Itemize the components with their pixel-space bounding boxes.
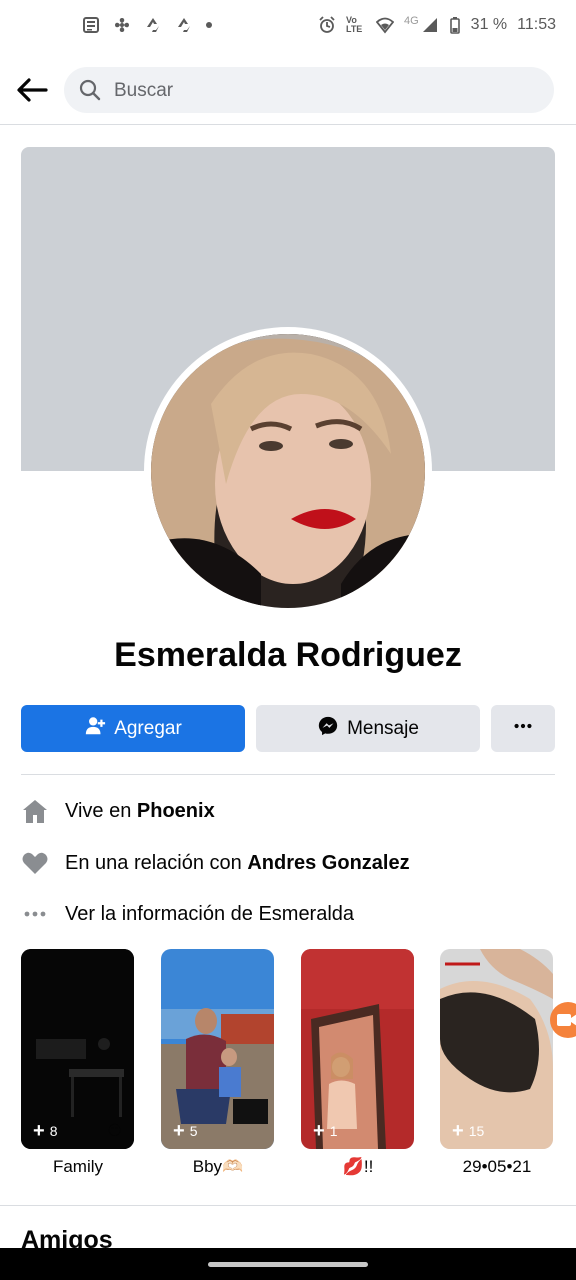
wifi-icon [375, 16, 395, 34]
relationship-partner[interactable]: Andres Gonzalez [247, 852, 409, 874]
recycle-icon [175, 16, 193, 34]
lives-prefix: Vive en [65, 799, 137, 822]
status-bar: Vo LTE 4G 31 % 11:53 [0, 0, 576, 56]
dot-icon [206, 22, 212, 28]
see-info-label: Ver la información de Esmeralda [65, 902, 355, 925]
highlight-label: 💋!! [342, 1157, 374, 1176]
profile-name: Esmeralda Rodriguez [114, 636, 462, 674]
highlight-cover: +5 [161, 949, 274, 1149]
search-bar[interactable] [64, 67, 554, 115]
network-type: 4G [403, 15, 419, 27]
battery-icon [449, 16, 461, 34]
message-button[interactable]: Mensaje [256, 705, 480, 752]
battery-level: 31 % [470, 16, 508, 33]
add-friend-label: Agregar [114, 717, 182, 739]
home-icon [21, 797, 49, 825]
avatar [151, 334, 425, 608]
highlight-count: +5 [173, 1120, 198, 1142]
clock: 11:53 [517, 16, 556, 33]
video-chat-bubble[interactable] [550, 1002, 576, 1038]
highlight-count: +8 [33, 1120, 58, 1142]
add-friend-button[interactable]: Agregar [21, 705, 245, 752]
info-see-more[interactable]: Ver la información de Esmeralda [21, 899, 354, 929]
signal-icon [421, 16, 439, 34]
highlight-item[interactable]: +15 29•05•21 [440, 949, 554, 1177]
highlight-cover: +8 😶 [21, 949, 134, 1149]
highlight-label: Family [52, 1157, 104, 1176]
section-divider [0, 1205, 576, 1206]
search-input[interactable] [112, 67, 536, 115]
ellipsis-icon [21, 900, 49, 928]
messenger-icon [317, 715, 339, 743]
volte-icon: Vo LTE [345, 15, 363, 34]
relationship-prefix: En una relación con [65, 851, 248, 874]
profile-picture[interactable] [144, 327, 432, 615]
back-arrow-icon[interactable] [14, 74, 50, 106]
recycle-icon [144, 16, 162, 34]
highlight-label: 29•05•21 [462, 1157, 532, 1176]
fan-icon [113, 16, 131, 34]
top-header [0, 56, 576, 125]
highlight-item[interactable]: +5 Bby🫶🏻 [161, 949, 275, 1177]
news-icon [82, 16, 100, 34]
system-nav-bar [0, 1248, 576, 1280]
more-options-button[interactable] [491, 705, 555, 752]
highlight-item[interactable]: +8 😶 Family [21, 949, 135, 1177]
emoji-icon: 😶 [107, 1122, 122, 1138]
add-person-icon [84, 715, 106, 743]
message-label: Mensaje [347, 717, 419, 739]
ellipsis-icon [512, 715, 534, 743]
alarm-icon [318, 16, 336, 34]
highlight-cover: +1 [301, 949, 414, 1149]
highlight-count: +1 [313, 1120, 338, 1142]
divider [21, 774, 555, 775]
highlight-count: +15 [452, 1120, 485, 1142]
search-icon [78, 78, 102, 102]
highlight-cover: +15 [440, 949, 553, 1149]
info-relationship: En una relación con Andres Gonzalez [21, 848, 410, 878]
highlight-label: Bby🫶🏻 [192, 1157, 244, 1176]
video-camera-icon [557, 1014, 576, 1026]
home-gesture-handle[interactable] [208, 1262, 368, 1267]
lives-city[interactable]: Phoenix [137, 800, 215, 822]
highlight-item[interactable]: +1 💋!! [301, 949, 415, 1177]
heart-icon [21, 849, 49, 877]
info-lives-in: Vive en Phoenix [21, 796, 215, 826]
